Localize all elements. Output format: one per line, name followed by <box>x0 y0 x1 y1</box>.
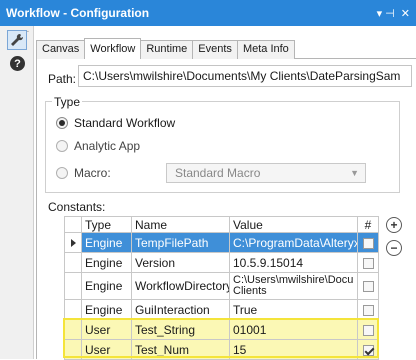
remove-constant-button[interactable]: − <box>386 240 402 256</box>
path-field[interactable]: C:\Users\mwilshire\Documents\My Clients\… <box>78 65 412 87</box>
chevron-down-icon: ▼ <box>350 168 359 178</box>
column-header-number[interactable]: # <box>357 216 379 233</box>
radio-macro[interactable]: Macro: <box>56 166 111 180</box>
tab-canvas[interactable]: Canvas <box>36 40 86 59</box>
checkbox-icon[interactable] <box>362 281 374 293</box>
cell-checkbox[interactable] <box>357 319 379 340</box>
close-icon[interactable]: ✕ <box>401 7 410 20</box>
radio-icon[interactable] <box>56 140 68 152</box>
cell-value[interactable]: C:\Users\mwilshire\Docu Clients <box>229 272 358 300</box>
radio-selected-icon[interactable] <box>56 117 68 129</box>
radio-label: Macro: <box>74 166 111 180</box>
table-row[interactable]: Engine Version 10.5.9.15014 <box>64 252 379 273</box>
tab-bar: Canvas Workflow Runtime Events Meta Info <box>36 38 295 59</box>
row-header <box>64 319 82 340</box>
cell-type[interactable]: Engine <box>81 299 132 320</box>
cell-checkbox[interactable] <box>357 252 379 273</box>
row-header <box>64 339 82 360</box>
radio-label: Analytic App <box>74 139 141 153</box>
table-row[interactable]: Engine GuiInteraction True <box>64 299 379 320</box>
wrench-icon[interactable] <box>7 30 27 50</box>
cell-name[interactable]: Test_String <box>131 319 230 340</box>
table-row[interactable]: Engine WorkflowDirectory C:\Users\mwilsh… <box>64 272 379 300</box>
cell-value[interactable]: 15 <box>229 339 358 360</box>
cell-value[interactable]: C:\ProgramData\Alteryx\ <box>229 232 358 253</box>
cell-checkbox[interactable] <box>357 232 379 253</box>
cell-checkbox[interactable] <box>357 299 379 320</box>
checkbox-checked-icon[interactable] <box>362 344 374 356</box>
cell-name[interactable]: GuiInteraction <box>131 299 230 320</box>
cell-name[interactable]: TempFilePath <box>131 232 230 253</box>
table-header-row: Type Name Value # <box>64 216 379 233</box>
cell-name[interactable]: WorkflowDirectory <box>131 272 230 300</box>
pin-icon[interactable]: ▾ ⊣ <box>377 7 395 20</box>
cell-type[interactable]: Engine <box>81 232 132 253</box>
column-header-name[interactable]: Name <box>131 216 230 233</box>
cell-name[interactable]: Test_Num <box>131 339 230 360</box>
row-header <box>64 252 82 273</box>
cell-value[interactable]: 10.5.9.15014 <box>229 252 358 273</box>
macro-select[interactable]: Standard Macro ▼ <box>166 163 366 183</box>
table-row[interactable]: User Test_Num 15 <box>64 339 379 360</box>
table-row[interactable]: User Test_String 01001 <box>64 319 379 340</box>
cell-type[interactable]: Engine <box>81 252 132 273</box>
radio-icon[interactable] <box>56 167 68 179</box>
column-header-value[interactable]: Value <box>229 216 358 233</box>
cell-type[interactable]: User <box>81 319 132 340</box>
cell-checkbox[interactable] <box>357 272 379 300</box>
config-sidebar: · · · <box>0 26 34 359</box>
checkbox-icon[interactable] <box>362 237 374 249</box>
window-title: Workflow - Configuration <box>6 6 150 20</box>
type-legend: Type <box>52 95 83 109</box>
tab-runtime[interactable]: Runtime <box>140 40 194 59</box>
checkbox-icon[interactable] <box>362 324 374 336</box>
cell-name[interactable]: Version <box>131 252 230 273</box>
radio-label: Standard Workflow <box>74 116 176 130</box>
macro-select-value: Standard Macro <box>175 166 261 180</box>
constants-table: Type Name Value # Engine TempFilePath C:… <box>64 216 379 360</box>
checkbox-icon[interactable] <box>362 304 374 316</box>
tab-workflow[interactable]: Workflow <box>84 38 142 59</box>
row-header-corner <box>64 216 82 233</box>
cell-value[interactable]: True <box>229 299 358 320</box>
table-row[interactable]: Engine TempFilePath C:\ProgramData\Alter… <box>64 232 379 253</box>
tab-meta-info[interactable]: Meta Info <box>236 40 295 59</box>
window-titlebar: Workflow - Configuration ▾ ⊣ ✕ <box>0 0 416 26</box>
cell-value[interactable]: 01001 <box>229 319 358 340</box>
checkbox-icon[interactable] <box>362 257 374 269</box>
row-pointer-icon <box>64 232 82 253</box>
constants-label: Constants: <box>48 200 106 214</box>
row-header <box>64 272 82 300</box>
path-label: Path: <box>48 72 77 86</box>
radio-standard-workflow[interactable]: Standard Workflow <box>56 116 175 130</box>
add-constant-button[interactable]: + <box>386 217 402 233</box>
radio-analytic-app[interactable]: Analytic App <box>56 139 140 153</box>
cell-type[interactable]: User <box>81 339 132 360</box>
tab-events[interactable]: Events <box>192 40 238 59</box>
help-icon[interactable]: ? <box>10 56 25 71</box>
cell-checkbox[interactable] <box>357 339 379 360</box>
column-header-type[interactable]: Type <box>81 216 132 233</box>
row-header <box>64 299 82 320</box>
cell-type[interactable]: Engine <box>81 272 132 300</box>
